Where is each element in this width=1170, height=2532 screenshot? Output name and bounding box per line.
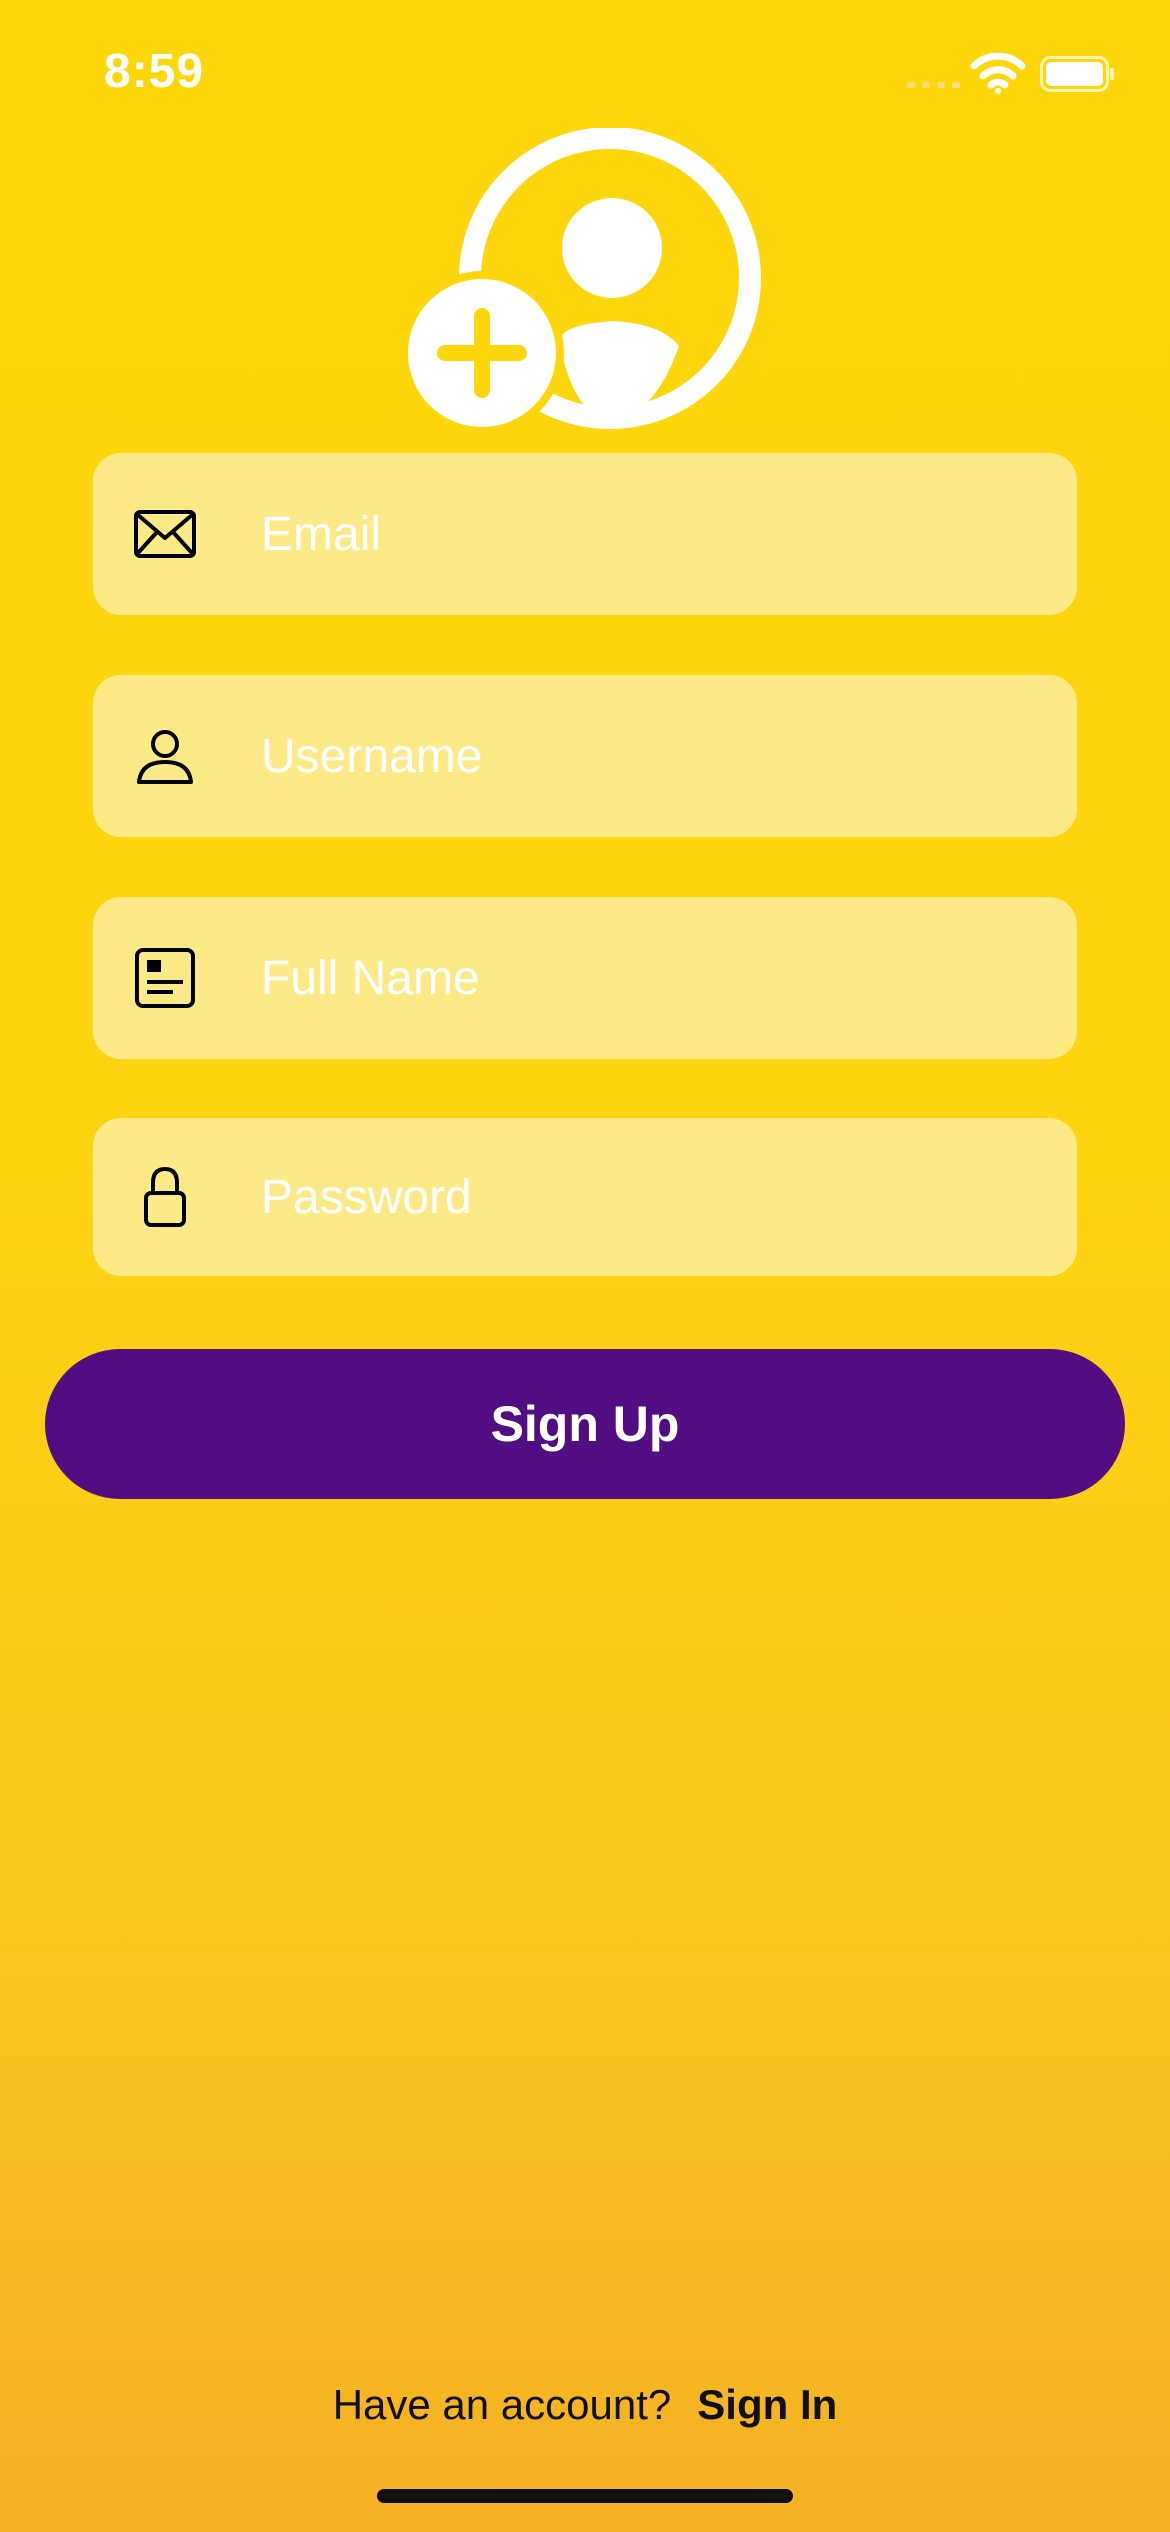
person-icon: [137, 730, 193, 784]
username-field: [93, 675, 1077, 837]
email-input[interactable]: [261, 453, 1041, 615]
id-card-icon: [135, 948, 195, 1008]
full-name-input[interactable]: [261, 897, 1041, 1059]
sign-up-button[interactable]: Sign Up: [45, 1349, 1125, 1499]
envelope-icon: [134, 510, 196, 558]
status-bar: 8:59: [0, 0, 1170, 140]
full-name-field: [93, 897, 1077, 1059]
password-field: [93, 1118, 1077, 1276]
battery-icon: [1040, 56, 1114, 92]
password-input[interactable]: [261, 1118, 1041, 1276]
sign-in-prompt: Have an account? Sign In: [0, 2370, 1170, 2440]
cellular-signal-icon: [907, 82, 960, 88]
wifi-icon: [970, 52, 1026, 94]
home-indicator[interactable]: [377, 2489, 793, 2503]
lock-icon: [144, 1166, 186, 1227]
person-add-icon: [404, 128, 761, 430]
status-time: 8:59: [104, 45, 205, 98]
username-input[interactable]: [261, 675, 1041, 837]
email-field: [93, 453, 1077, 615]
sign-in-link[interactable]: Sign In: [697, 2381, 837, 2429]
have-account-text: Have an account?: [332, 2381, 672, 2428]
